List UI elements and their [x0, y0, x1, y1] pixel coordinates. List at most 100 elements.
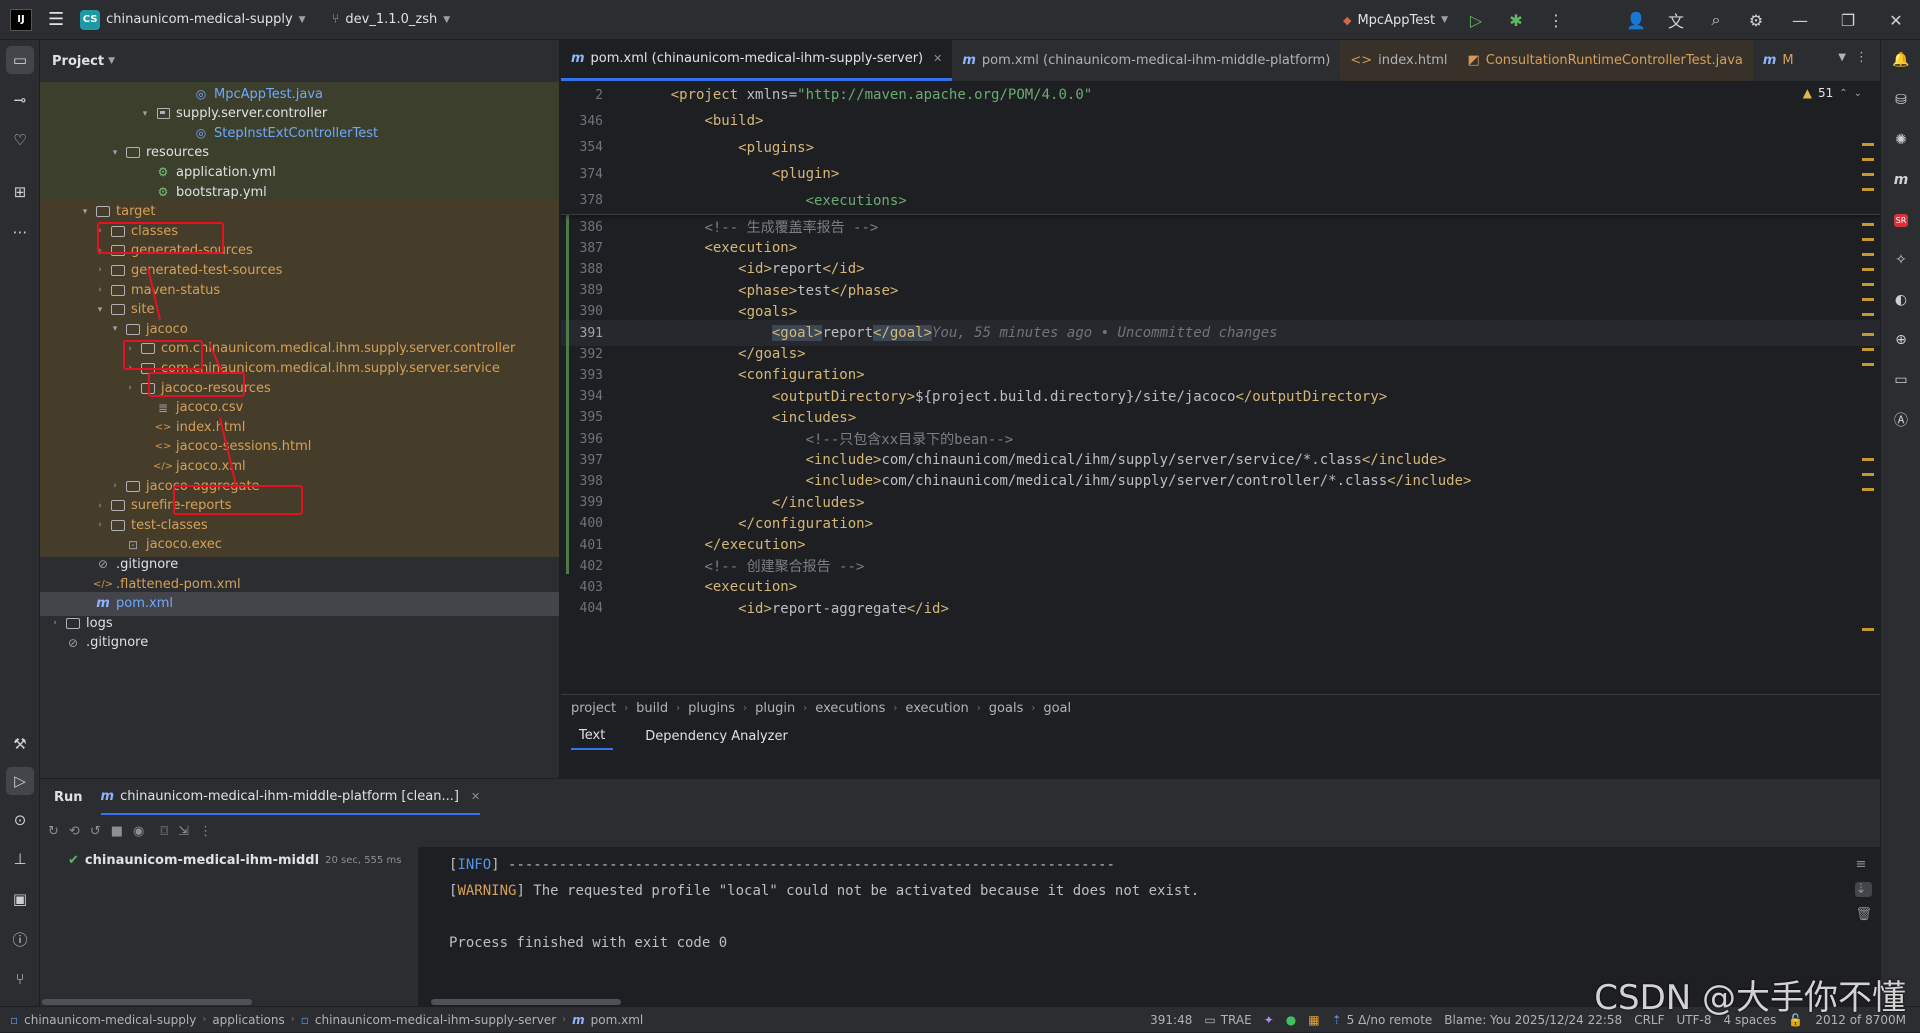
run-button[interactable]: ▷	[1456, 0, 1496, 40]
translate-button[interactable]: 文	[1656, 0, 1696, 40]
run-tool-button[interactable]: ▷	[6, 767, 34, 795]
vcs-status[interactable]: ⇡ 5 Δ/no remote	[1326, 1013, 1439, 1027]
chevron-up-icon[interactable]: ⌃	[1839, 88, 1847, 99]
restore-button[interactable]: ❐	[1824, 0, 1872, 40]
run-tab[interactable]: m chinaunicom-medical-ihm-middle-platfor…	[100, 779, 481, 815]
add-user-button[interactable]: 👤	[1616, 0, 1656, 40]
chat-tool-button[interactable]: ▭	[1887, 366, 1915, 394]
problems-tool-button[interactable]: ⓘ	[6, 925, 34, 953]
tab-more-button[interactable]: ⋮	[1855, 50, 1868, 65]
error-stripe-mark[interactable]	[1862, 348, 1874, 351]
camera-icon[interactable]: ⌼	[160, 824, 168, 839]
plugin-copilot-button[interactable]: ◐	[1887, 286, 1915, 314]
error-stripe-mark[interactable]	[1862, 488, 1874, 491]
error-stripe-mark[interactable]	[1862, 363, 1874, 366]
error-stripe-mark[interactable]	[1862, 158, 1874, 161]
error-stripe-mark[interactable]	[1862, 238, 1874, 241]
export-icon[interactable]: ⇲	[178, 824, 189, 839]
tab-pom-middle-platform[interactable]: m pom.xml (chinaunicom-medical-ihm-middl…	[952, 40, 1340, 81]
close-icon[interactable]: ✕	[933, 52, 942, 65]
tab-list-button[interactable]: ▼	[1838, 52, 1846, 63]
project-switcher[interactable]: CS chinaunicom-medical-supply ▼	[72, 0, 313, 40]
sticky-line[interactable]: 374 <plugin>	[561, 161, 1880, 187]
inspection-widget[interactable]: ▲ 51 ⌃ ⌄	[1803, 86, 1862, 100]
error-stripe-mark[interactable]	[1862, 173, 1874, 176]
breadcrumb-item[interactable]: build	[636, 701, 668, 716]
status-path-item[interactable]: chinaunicom-medical-ihm-supply-server	[315, 1013, 556, 1027]
sticky-line[interactable]: 354 <plugins>	[561, 135, 1880, 161]
build-tool-button[interactable]: ⚒	[6, 730, 34, 758]
trae-widget[interactable]: ▭ TRAE	[1198, 1013, 1257, 1027]
status-path-item[interactable]: pom.xml	[591, 1013, 644, 1027]
notifications-button[interactable]: 🔔	[1887, 46, 1915, 74]
error-stripe-mark[interactable]	[1862, 458, 1874, 461]
chevron-down-icon[interactable]: ⌄	[1854, 88, 1862, 99]
status-path-item[interactable]: chinaunicom-medical-supply	[24, 1013, 196, 1027]
tab-index-html[interactable]: <> index.html	[1340, 40, 1458, 81]
rerun-icon[interactable]: ↻	[48, 824, 59, 839]
vcs-changed-gutter[interactable]	[566, 214, 569, 574]
plugin-status-icon[interactable]: ✦	[1258, 1013, 1280, 1027]
error-stripe-mark[interactable]	[1862, 283, 1874, 286]
status-path-item[interactable]: applications	[212, 1013, 284, 1027]
run-tree-scrollbar[interactable]	[42, 999, 252, 1005]
wechat-status-icon[interactable]: ●	[1280, 1013, 1302, 1027]
sticky-line[interactable]: 378 <executions>	[561, 188, 1880, 214]
caret-position[interactable]: 391:48	[1144, 1013, 1198, 1027]
eye-icon[interactable]: ◉	[133, 824, 144, 839]
main-menu-button[interactable]: ☰	[40, 0, 72, 40]
error-stripe-mark[interactable]	[1862, 333, 1874, 336]
font-tool-button[interactable]: Ⓐ	[1887, 406, 1915, 434]
tab-dependency-analyzer[interactable]: Dependency Analyzer	[637, 722, 796, 750]
close-icon[interactable]: ✕	[471, 790, 480, 803]
settings-button[interactable]: ⚙	[1736, 0, 1776, 40]
terminal-tool-button[interactable]: ▣	[6, 885, 34, 913]
error-stripe-mark[interactable]	[1862, 628, 1874, 631]
minimize-button[interactable]: —	[1776, 0, 1824, 40]
debug-button[interactable]: ✱	[1496, 0, 1536, 40]
breadcrumb-item[interactable]: plugin	[755, 701, 795, 716]
error-stripe-mark[interactable]	[1862, 313, 1874, 316]
pull-requests-tool-button[interactable]: ♡	[6, 126, 34, 154]
endpoints-tool-button[interactable]: ⊥	[6, 845, 34, 873]
more-actions-button[interactable]: ⋮	[1536, 0, 1576, 40]
error-stripe-mark[interactable]	[1862, 223, 1874, 226]
code-line[interactable]: 404 <id> report-aggregate </id>	[561, 596, 1880, 622]
commit-tool-button[interactable]: ⊸	[6, 86, 34, 114]
breadcrumb-item[interactable]: plugins	[688, 701, 735, 716]
rerun-failed-icon[interactable]: ⟲	[69, 824, 80, 839]
services-tool-button[interactable]: ⊙	[6, 806, 34, 834]
breadcrumb-item[interactable]: goal	[1043, 701, 1071, 716]
project-tool-button[interactable]: ▭	[6, 46, 34, 74]
scroll-to-end-icon[interactable]: ⇣	[1855, 882, 1872, 897]
windows-status-icon[interactable]: ▦	[1302, 1013, 1325, 1027]
error-stripe-mark[interactable]	[1862, 298, 1874, 301]
maven-tool-button[interactable]: m	[1887, 166, 1915, 194]
error-stripe-mark[interactable]	[1862, 473, 1874, 476]
ai-assistant-button[interactable]: ✺	[1887, 126, 1915, 154]
stop-icon[interactable]: ■	[111, 824, 123, 839]
tab-overflow-m[interactable]: m M	[1753, 40, 1804, 81]
toggle-auto-test-icon[interactable]: ↺	[90, 824, 101, 839]
run-config-selector[interactable]: ◆ MpcAppTest ▼	[1335, 0, 1456, 40]
tab-pom-supply-server[interactable]: m pom.xml (chinaunicom-medical-ihm-suppl…	[561, 40, 953, 81]
breadcrumb-item[interactable]: project	[571, 701, 616, 716]
database-tool-button[interactable]: ⛁	[1887, 86, 1915, 114]
plugin-swirl-button[interactable]: ✧	[1887, 246, 1915, 274]
web-tool-button[interactable]: ⊕	[1887, 326, 1915, 354]
plugin-red-button[interactable]: SR	[1887, 206, 1915, 234]
more-vertical-icon[interactable]: ⋮	[199, 824, 212, 839]
trash-icon[interactable]: 🗑	[1855, 907, 1872, 922]
close-window-button[interactable]: ✕	[1872, 0, 1920, 40]
sticky-line[interactable]: 346 <build>	[561, 108, 1880, 134]
search-everywhere-button[interactable]: ⌕	[1696, 0, 1736, 40]
sticky-line[interactable]: 2 <project xmlns= "http://maven.apache.or…	[561, 82, 1880, 108]
more-tools-button[interactable]: ⋯	[6, 218, 34, 246]
git-tool-button[interactable]: ⑂	[6, 965, 34, 993]
console-scrollbar[interactable]	[431, 999, 621, 1005]
error-stripe-mark[interactable]	[1862, 268, 1874, 271]
error-stripe-mark[interactable]	[1862, 188, 1874, 191]
tab-consultation-test[interactable]: ◩ ConsultationRuntimeControllerTest.java	[1457, 40, 1753, 81]
breadcrumb-item[interactable]: execution	[905, 701, 968, 716]
branch-switcher[interactable]: ⑂ dev_1.1.0_zsh ▼	[324, 0, 459, 40]
